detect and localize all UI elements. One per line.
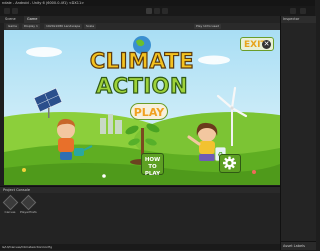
prefab-icon xyxy=(2,194,18,211)
play-button[interactable] xyxy=(146,8,152,22)
asset-canvas[interactable]: Canvas xyxy=(2,194,18,214)
editor-toolbar xyxy=(0,6,315,22)
account-icon[interactable] xyxy=(4,8,10,14)
resolution-dropdown[interactable]: 1920x1080 Landscape xyxy=(44,24,83,29)
title-line-2: ACTION xyxy=(95,74,189,98)
scale-slider[interactable]: Scale xyxy=(84,24,97,29)
play-game-button[interactable]: PLAY xyxy=(130,103,168,120)
layers-icon[interactable] xyxy=(290,8,296,14)
step-button[interactable] xyxy=(162,8,168,22)
howto-line-2: TO xyxy=(148,164,157,170)
project-panel: Project Console Canvas PlayerPrefs xyxy=(0,186,280,251)
status-path: ls/UI/Canvas/ClimateActionConfig xyxy=(2,245,53,249)
tab-scene[interactable]: Scene xyxy=(2,16,19,23)
asset-playerprefs[interactable]: PlayerPrefs xyxy=(20,194,37,214)
play-mode-dropdown[interactable]: Play Unfocused xyxy=(194,24,222,29)
display-dropdown[interactable]: Display 1 xyxy=(22,24,40,29)
status-bar: ls/UI/Canvas/ClimateActionConfig xyxy=(0,244,280,250)
project-tab[interactable]: Project Console xyxy=(3,187,30,193)
inspector-panel: Inspector Asset Labels xyxy=(280,16,316,250)
view-tabs: Scene Game xyxy=(0,16,280,23)
game-view-toolbar: Game Display 1 1920x1080 Landscape Scale… xyxy=(4,23,280,30)
project-tabs: Project Console xyxy=(0,187,280,193)
how-to-play-button[interactable]: HOW TO PLAY xyxy=(141,153,164,177)
pause-button[interactable] xyxy=(154,8,160,22)
exit-button[interactable]: EXIT ✕ xyxy=(240,37,274,51)
howto-line-1: HOW xyxy=(144,157,161,163)
settings-button[interactable] xyxy=(219,154,241,173)
close-icon: ✕ xyxy=(262,40,271,49)
title-line-1: CLIMATE xyxy=(89,49,195,73)
layout-icon[interactable] xyxy=(300,8,306,14)
game-view[interactable]: ♻ EXIT ✕ CLIMATE ACTION PLAY HOW TO PLAY xyxy=(4,30,280,185)
prefab-icon xyxy=(20,194,36,211)
howto-line-3: PLAY xyxy=(144,171,161,177)
game-dropdown[interactable]: Game xyxy=(6,24,19,29)
tab-game[interactable]: Game xyxy=(24,16,41,23)
gear-icon xyxy=(223,156,236,170)
inspector-title[interactable]: Inspector xyxy=(281,16,316,23)
asset-labels[interactable]: Asset Labels xyxy=(281,241,316,250)
cloud-icon[interactable] xyxy=(12,8,18,14)
